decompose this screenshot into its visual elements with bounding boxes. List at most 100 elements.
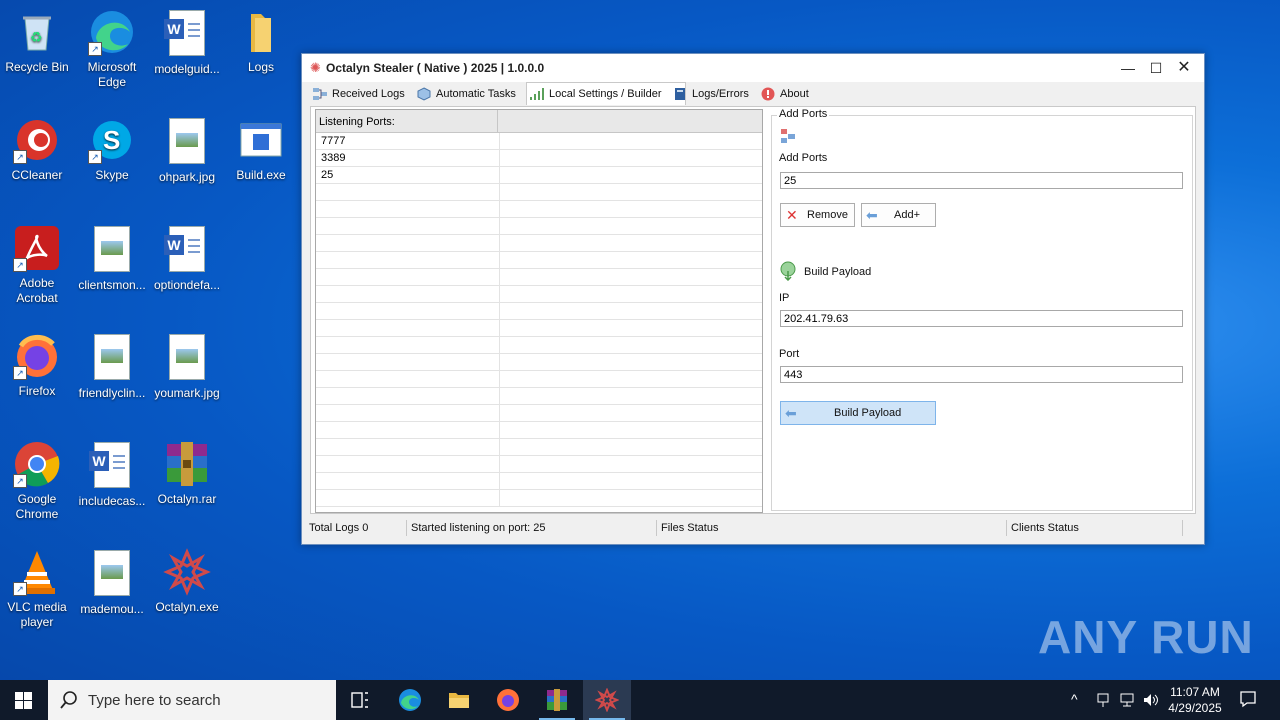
build-payload-button[interactable]: ⬅ Build Payload — [780, 401, 936, 425]
acrobat-icon: ↗ — [13, 224, 61, 272]
window-titlebar[interactable]: ✺ Octalyn Stealer ( Native ) 2025 | 1.0.… — [302, 54, 1204, 82]
desktop-icon-label: Adobe Acrobat — [16, 276, 58, 305]
desktop-icon-label: Microsoft Edge — [87, 60, 137, 89]
svg-text:♻: ♻ — [30, 29, 43, 45]
empty-cell — [316, 490, 500, 506]
desktop-icon-clientsmon[interactable]: clientsmon... — [76, 224, 148, 293]
tab-automatic-tasks[interactable]: Automatic Tasks — [414, 85, 516, 103]
local-settings-panel: Listening Ports: 7777 3389 25 Add Ports … — [310, 106, 1196, 514]
remove-button[interactable]: ✕ Remove — [780, 203, 855, 227]
empty-grid-row — [316, 490, 762, 507]
show-hidden-icons-chevron-icon[interactable]: ^ — [1071, 691, 1078, 707]
add-port-input[interactable]: 25 — [780, 172, 1183, 189]
octalyn-app-icon — [595, 688, 619, 712]
desktop-icon-label: Firefox — [18, 384, 56, 398]
empty-grid-row — [316, 371, 762, 388]
desktop-icon-firefox[interactable]: ↗ Firefox — [1, 332, 73, 399]
desktop-icon-mademou[interactable]: mademou... — [76, 548, 148, 617]
volume-icon[interactable] — [1142, 692, 1160, 708]
empty-grid-row — [316, 286, 762, 303]
desktop-icon-logs-folder[interactable]: Logs — [225, 8, 297, 75]
word-document-icon: W — [88, 442, 136, 490]
table-row[interactable]: 25 — [316, 167, 762, 184]
tab-local-settings-builder[interactable]: Local Settings / Builder — [526, 82, 686, 105]
empty-cell — [316, 269, 500, 285]
empty-grid-row — [316, 422, 762, 439]
firefox-icon — [497, 689, 519, 711]
close-button[interactable]: ✕ — [1170, 54, 1198, 82]
desktop-icon-microsoft-edge[interactable]: ↗ Microsoft Edge — [76, 8, 148, 90]
maximize-button[interactable]: ☐ — [1142, 54, 1170, 82]
desktop-icon-optiondefa[interactable]: W optiondefa... — [151, 224, 223, 293]
desktop-icon-ohpark[interactable]: ohpark.jpg — [151, 116, 223, 185]
desktop-icon-label: optiondefa... — [153, 278, 221, 292]
add-port-button[interactable]: ⬅ Add+ — [861, 203, 936, 227]
desktop-icon-label: includecas... — [78, 494, 146, 508]
add-ports-group: Add Ports Add Ports 25 ✕ Remove ⬅ Add+ B… — [771, 108, 1193, 511]
desktop-icon-recycle-bin[interactable]: ♻ Recycle Bin — [1, 8, 73, 75]
folder-icon — [237, 8, 285, 56]
shortcut-arrow-icon: ↗ — [13, 150, 27, 164]
desktop-icon-skype[interactable]: S ↗ Skype — [76, 116, 148, 183]
firefox-icon: ↗ — [13, 332, 61, 380]
desktop-icon-octalyn-rar[interactable]: Octalyn.rar — [151, 440, 223, 507]
desktop-icon-modelguid[interactable]: W modelguid... — [151, 8, 223, 77]
shortcut-arrow-icon: ↗ — [13, 366, 27, 380]
signal-bars-icon — [530, 88, 544, 100]
network-icon — [313, 88, 327, 100]
search-icon — [60, 691, 77, 709]
arrow-left-icon: ⬅ — [866, 207, 878, 223]
empty-grid-row — [316, 184, 762, 201]
anyrun-watermark: ANY RUN — [1038, 611, 1254, 663]
tab-logs-errors[interactable]: Logs/Errors — [670, 85, 749, 103]
taskbar-edge[interactable] — [386, 680, 434, 720]
cube-icon — [417, 87, 431, 101]
builder-area: Add Ports Add Ports 25 ✕ Remove ⬅ Add+ B… — [767, 108, 1195, 511]
winrar-archive-icon — [163, 440, 211, 488]
desktop-icon-vlc[interactable]: ↗ VLC media player — [1, 548, 73, 630]
port-input[interactable]: 443 — [780, 366, 1183, 383]
desktop-icon-google-chrome[interactable]: ↗ Google Chrome — [1, 440, 73, 522]
book-icon — [675, 88, 685, 100]
table-row[interactable]: 7777 — [316, 133, 762, 150]
tab-about[interactable]: About — [758, 85, 809, 103]
octalyn-app-icon: ✺ — [310, 60, 321, 75]
recycle-bin-icon: ♻ — [13, 8, 61, 56]
desktop-icon-adobe-acrobat[interactable]: ↗ Adobe Acrobat — [1, 224, 73, 306]
taskbar-firefox[interactable] — [484, 680, 532, 720]
clock[interactable]: 11:07 AM 4/29/2025 — [1166, 684, 1224, 716]
files-status: Files Status — [661, 522, 719, 534]
task-view-button[interactable] — [336, 680, 384, 720]
column-header-listening-ports[interactable]: Listening Ports: — [316, 110, 498, 132]
desktop-icon-octalyn-exe[interactable]: Octalyn.exe — [151, 548, 223, 615]
desktop-icon-label: VLC media player — [7, 600, 67, 629]
desktop-icon-youmark[interactable]: youmark.jpg — [151, 332, 223, 401]
notification-center-icon[interactable] — [1239, 690, 1257, 708]
empty-grid-row — [316, 456, 762, 473]
start-button[interactable] — [0, 680, 48, 720]
red-x-icon: ✕ — [786, 207, 798, 223]
desktop-icon-friendlyclin[interactable]: friendlyclin... — [76, 332, 148, 401]
empty-cell — [316, 235, 500, 251]
minimize-button[interactable]: — — [1114, 54, 1142, 82]
listening-ports-grid[interactable]: Listening Ports: 7777 3389 25 — [315, 109, 763, 513]
desktop-icon-ccleaner[interactable]: ↗ CCleaner — [1, 116, 73, 183]
shortcut-arrow-icon: ↗ — [88, 150, 102, 164]
taskbar-search-box[interactable]: Type here to search — [48, 680, 336, 720]
ip-label: IP — [779, 292, 790, 304]
empty-cell — [316, 354, 500, 370]
taskbar-winrar[interactable] — [533, 680, 581, 720]
empty-grid-row — [316, 473, 762, 490]
ip-input[interactable]: 202.41.79.63 — [780, 310, 1183, 327]
usb-device-icon[interactable] — [1095, 692, 1111, 708]
status-bar: Total Logs 0 Started listening on port: … — [302, 518, 1204, 540]
tab-received-logs[interactable]: Received Logs — [310, 85, 405, 103]
desktop-icon-build-exe[interactable]: Build.exe — [225, 116, 297, 183]
taskbar-file-explorer[interactable] — [435, 680, 483, 720]
edge-icon: ↗ — [88, 8, 136, 56]
network-icon[interactable] — [1119, 692, 1135, 708]
taskbar-octalyn[interactable] — [583, 680, 631, 720]
build-payload-heading: Build Payload — [804, 266, 872, 278]
desktop-icon-includecas[interactable]: W includecas... — [76, 440, 148, 509]
table-row[interactable]: 3389 — [316, 150, 762, 167]
